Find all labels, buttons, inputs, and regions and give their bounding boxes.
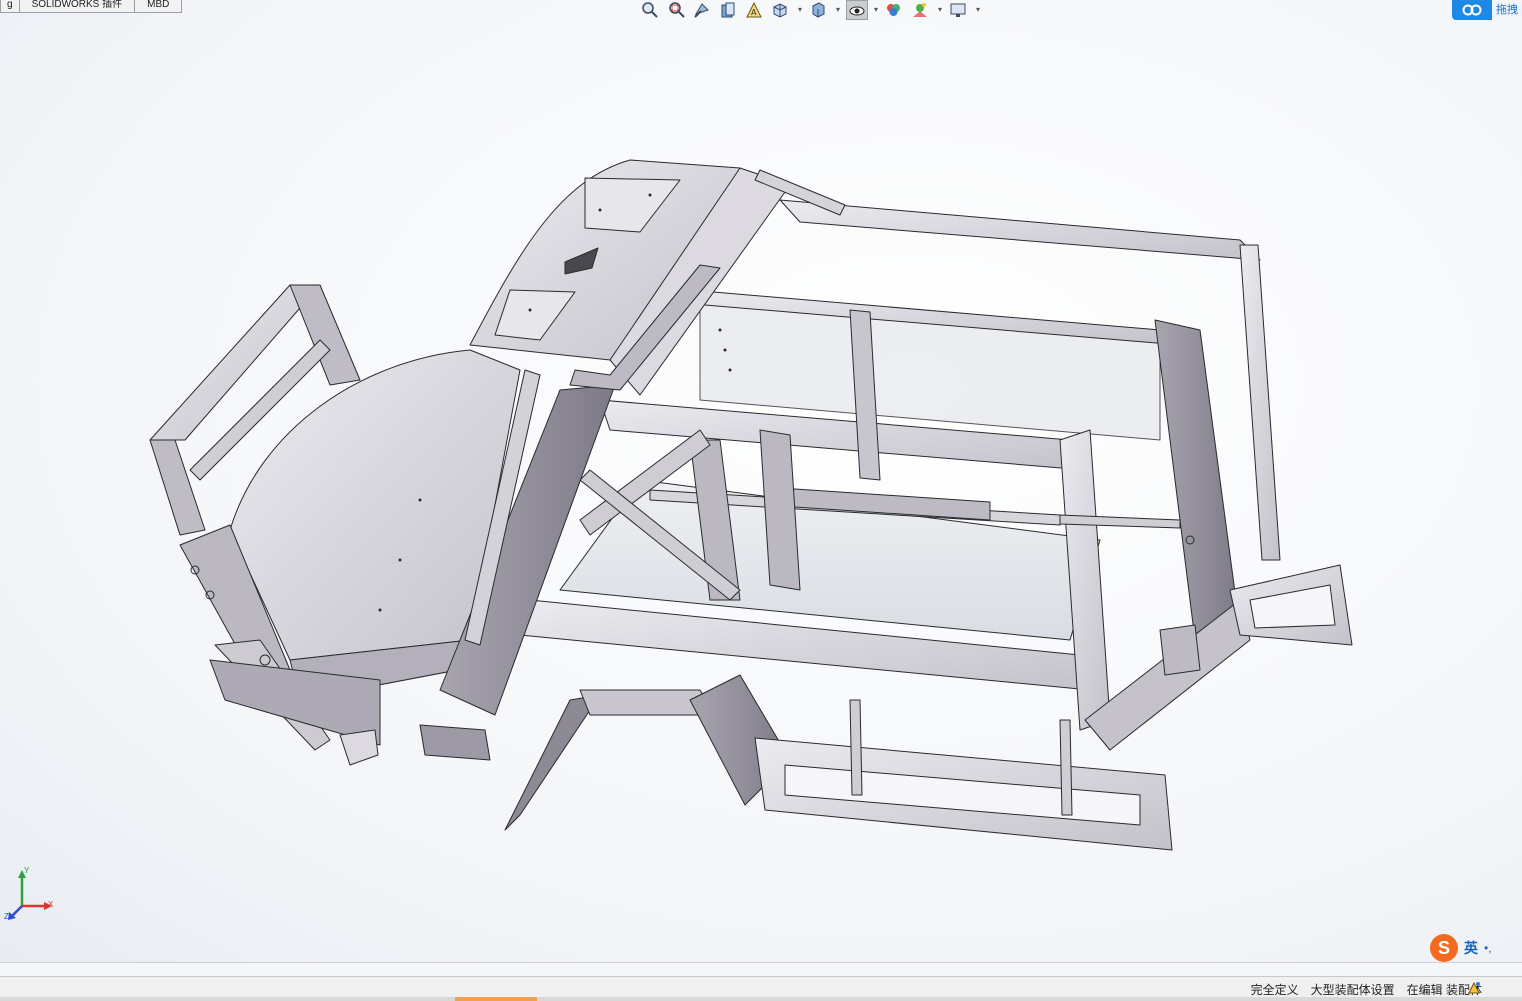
rear-post-main <box>1154 319 1241 641</box>
status-divider <box>0 962 1522 963</box>
lift-arm-top <box>149 284 321 441</box>
status-large-assembly[interactable]: 大型装配体设置 <box>1311 981 1395 998</box>
guard-support <box>849 699 863 796</box>
horizontal-scrollbar[interactable] <box>0 997 1522 1001</box>
lower-mount <box>419 724 491 761</box>
ime-indicator[interactable]: S 英 •, <box>1430 934 1492 962</box>
lift-arm-leg <box>149 439 206 536</box>
ime-punctuation[interactable]: •, <box>1484 941 1492 955</box>
triad-x-label: X <box>48 900 54 909</box>
triad-z-label: Z <box>4 912 9 921</box>
scrollbar-thumb[interactable] <box>455 997 537 1001</box>
assembly-model[interactable] <box>0 0 1522 962</box>
rear-post-right <box>1239 244 1281 561</box>
sogou-logo-icon: S <box>1430 934 1458 962</box>
roof-rail <box>779 199 1261 261</box>
guard-support <box>1059 719 1073 816</box>
bracket <box>339 729 379 766</box>
coordinate-triad <box>8 870 52 920</box>
rear-lock-block <box>1159 624 1201 676</box>
status-fully-defined: 完全定义 <box>1250 982 1299 997</box>
ime-language[interactable]: 英 <box>1464 938 1478 958</box>
rebuild-icon[interactable] <box>1466 980 1482 996</box>
triad-y-label: Y <box>24 866 30 875</box>
guard-plate <box>504 694 601 831</box>
